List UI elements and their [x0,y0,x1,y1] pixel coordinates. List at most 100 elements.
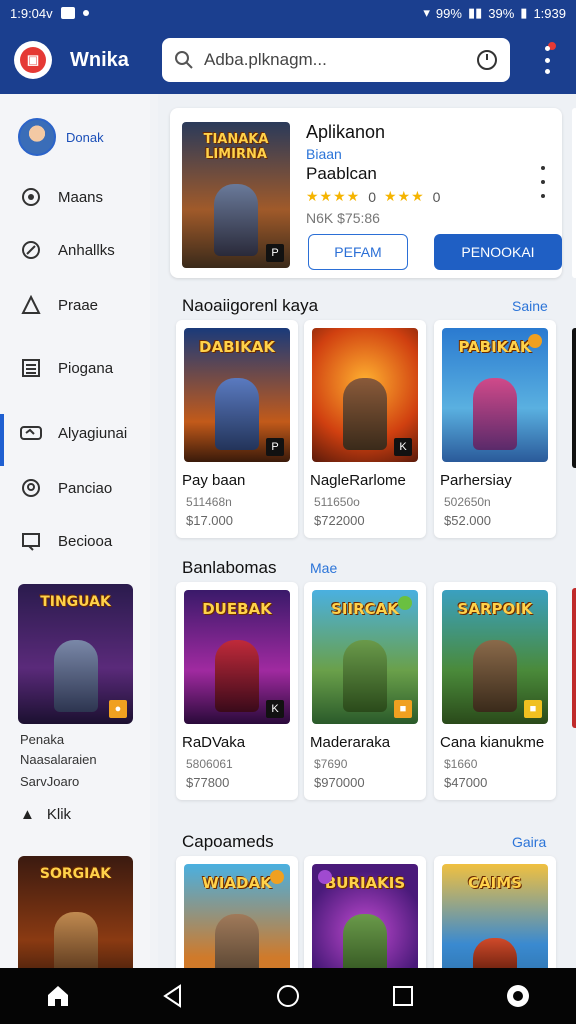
sidebar-item-label: Beciooa [58,532,113,550]
main-content: TIANAKA LIMIRNA P Aplikanon Biaan Paablc… [158,94,576,968]
publisher-badge-icon: P [266,438,284,456]
sidebar-item-piogana[interactable]: Piogana [0,345,150,391]
more-options-icon[interactable] [538,166,548,198]
game-card[interactable]: K NagleRarlome 511650o $722000 [304,320,426,538]
character-art [215,378,259,450]
game-art: SIIRCAK ■ [312,590,418,724]
game-art-title: CAIMS [468,874,522,892]
next-card-peek [572,328,576,468]
sidebar-item-maans[interactable]: Maans [0,174,150,220]
character-art [473,938,517,968]
game-art: K [312,328,418,462]
app-bar: ▣ Wnika Adba.plknagm... [0,26,576,94]
game-card[interactable]: DABIKAK P Pay baan 511468n $17.000 [176,320,298,538]
promo-card[interactable]: TINGUAK ● [18,584,133,724]
game-card[interactable]: SIIRCAK ■ Maderaraka $7690 $970000 [304,582,426,800]
game-price: $17.000 [186,513,233,528]
recents-icon[interactable] [383,976,423,1016]
featured-price: N6K $75:86 [306,210,380,226]
game-art: DABIKAK P [184,328,290,462]
rating-value: 0 [368,188,376,205]
featured-subtitle[interactable]: Biaan [306,146,342,162]
sidebar-item-anhallks[interactable]: Anhallks [0,227,150,273]
overflow-menu-icon[interactable] [540,46,554,74]
sidebar: Donak Maans Anhallks Praae Piogana Alyag… [0,94,150,968]
section-title: Capoameds [182,832,274,851]
featured-card[interactable]: TIANAKA LIMIRNA P Aplikanon Biaan Paablc… [170,108,562,278]
timer-icon[interactable] [476,49,498,71]
game-card[interactable]: CAIMS [434,856,556,968]
character-art [473,640,517,712]
game-price: $52.000 [444,513,491,528]
rating-value-2: 0 [432,188,441,205]
app-logo-icon[interactable]: ▣ [14,41,52,79]
profile-name: Donak [66,129,104,145]
character-art [343,640,387,712]
primary-button[interactable]: PENOOKAI [434,234,562,270]
home-icon[interactable] [38,976,78,1016]
game-title: Pay baan [182,472,246,489]
signal-icon: ▮▮ [467,5,483,20]
game-meta: 511468n [186,495,232,509]
search-input[interactable]: Adba.plknagm... [162,38,510,82]
notification-icon [60,7,75,19]
game-art-title: DABIKAK [199,338,275,356]
profile[interactable]: Donak [18,118,104,156]
game-card[interactable]: PABIKAK Parhersiay 502650n $52.000 [434,320,556,538]
game-art: BURIAKIS [312,864,418,968]
megaphone-icon: ▲ [20,806,35,823]
game-card[interactable]: WIADAK [176,856,298,968]
sidebar-item-label: Anhallks [58,241,115,259]
game-meta: 502650n [444,495,491,509]
promo-card-2[interactable]: SORGIAK [18,856,133,968]
game-art: CAIMS [442,864,548,968]
signal-text: 39% [488,5,515,21]
screen-icon [20,530,42,552]
sidebar-item-beciooa[interactable]: Beciooa [0,518,150,564]
game-price: $47000 [444,775,488,790]
featured-rating: ★★★★ 0 ★★★ 0 [306,188,440,205]
game-meta: 5806061 [186,757,233,771]
section-link[interactable]: Mae [310,560,337,576]
publisher-badge-icon: K [266,700,284,718]
featured-title: Aplikanon [306,122,386,142]
status-bar: 1:9:04v ▾ 99% ▮▮ 39% ▮ 1:939 [0,0,576,26]
settings-icon[interactable] [498,976,538,1016]
sidebar-item-alyagiunai[interactable]: Alyagiunai [0,410,150,466]
game-title: NagleRarlome [310,472,406,489]
section-title: Banlabomas [182,558,277,577]
game-price: $722000 [314,513,365,528]
vpn-icon: ▾ [423,5,430,20]
game-price: $77800 [186,775,230,790]
sidebar-item-panciao[interactable]: Panciao [0,465,150,511]
home-circle-icon[interactable] [268,976,308,1016]
klik-link[interactable]: ▲ Klik [20,806,71,823]
next-featured-peek [572,108,576,278]
sidebar-item-label: Praae [58,296,99,314]
app-title: Wnika [70,48,129,71]
section-title: Naoaiigorenl kaya [182,296,319,315]
clock-right: 1:939 [533,5,566,21]
section-link[interactable]: Gaira [512,834,546,850]
featured-name: Paablcan [306,164,377,183]
promo-text-3: SarvJoaro [20,774,80,789]
game-title: RaDVaka [182,734,246,751]
next-card-peek [572,588,576,728]
back-icon[interactable] [153,976,193,1016]
character-art [473,378,517,450]
section-link[interactable]: Saine [512,298,548,314]
secondary-button[interactable]: PEFAM [308,234,408,270]
character-art [215,914,259,968]
game-card[interactable]: BURIAKIS [304,856,426,968]
badge-icon [398,596,412,610]
publisher-badge-icon: P [266,244,284,262]
sidebar-item-praae[interactable]: Praae [0,282,150,328]
character-art [53,640,98,712]
game-card[interactable]: DUEBAK K RaDVaka 5806061 $77800 [176,582,298,800]
character-art [53,912,98,968]
game-card[interactable]: SARPOIK ■ Cana kianukme $1660 $47000 [434,582,556,800]
game-title: Cana kianukme [440,734,545,751]
stars-icon: ★★★★ [306,188,361,204]
game-meta: $1660 [444,757,478,771]
search-value: Adba.plknagm... [204,50,327,69]
